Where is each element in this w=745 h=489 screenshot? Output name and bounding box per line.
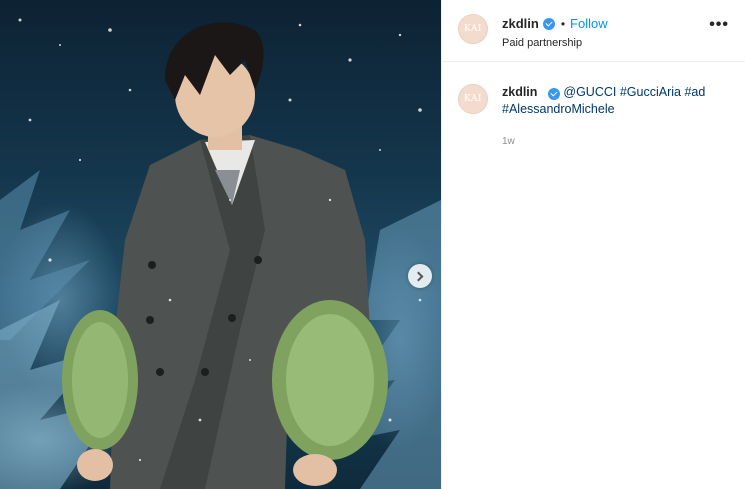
avatar-logo-text: KAI	[464, 24, 482, 34]
caption-text: zkdlin @GUCCI #GucciAria #ad #Alessandro…	[502, 84, 705, 118]
follow-button[interactable]: Follow	[570, 16, 608, 31]
paid-partnership-label[interactable]: Paid partnership	[502, 37, 709, 49]
post-timestamp[interactable]: 1w	[502, 133, 705, 150]
next-photo-button[interactable]	[408, 264, 432, 288]
avatar[interactable]: KAI	[458, 14, 488, 44]
post-photo[interactable]	[0, 0, 441, 489]
more-options-icon[interactable]: •••	[709, 17, 729, 33]
caption-body: zkdlin @GUCCI #GucciAria #ad #Alessandro…	[502, 84, 705, 150]
chevron-right-icon	[413, 271, 424, 281]
verified-badge-icon	[542, 17, 555, 30]
header-meta: zkdlin • Follow Paid partnership	[502, 16, 709, 49]
mention-link[interactable]: @GUCCI	[563, 85, 616, 99]
post-side-panel: KAI zkdlin • Follow Paid partnership •••…	[441, 0, 745, 489]
photo-scene	[0, 18, 441, 489]
caption-avatar[interactable]: KAI	[458, 84, 488, 114]
hashtag-link[interactable]: #ad	[684, 85, 705, 99]
post-header: KAI zkdlin • Follow Paid partnership •••	[442, 0, 745, 62]
separator-dot: •	[560, 16, 566, 31]
caption-username-link[interactable]: zkdlin	[502, 85, 537, 99]
hashtag-link[interactable]: #AlessandroMichele	[502, 102, 615, 116]
avatar-logo-text: KAI	[464, 94, 482, 104]
hashtag-link[interactable]: #GucciAria	[620, 85, 681, 99]
instagram-post: KAI zkdlin • Follow Paid partnership •••…	[0, 0, 745, 489]
caption-comment: KAI zkdlin @GUCCI #GucciAria #ad #Alessa…	[442, 62, 745, 150]
header-row: zkdlin • Follow	[502, 16, 709, 31]
verified-badge-icon	[547, 88, 560, 100]
username-link[interactable]: zkdlin	[502, 16, 539, 31]
